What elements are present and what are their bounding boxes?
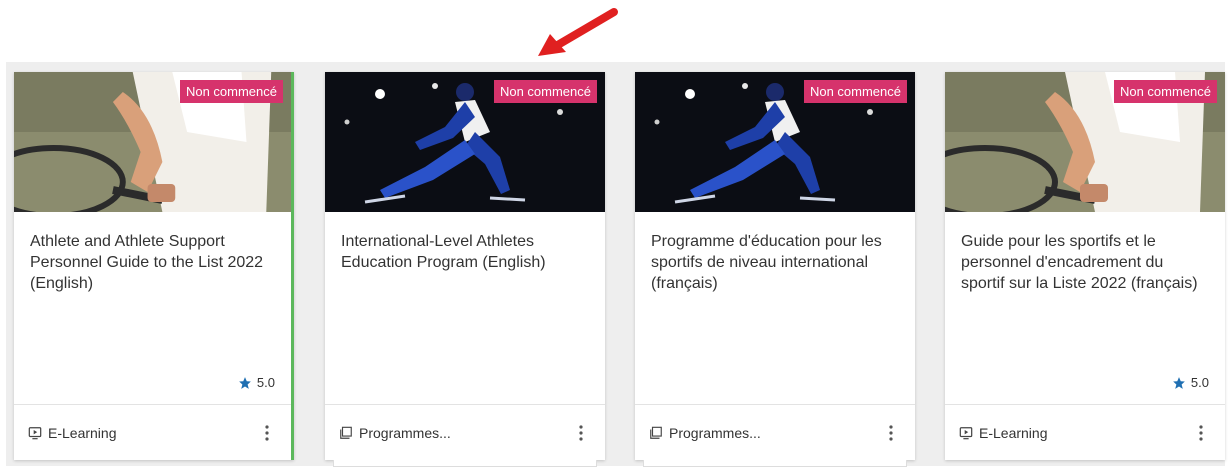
course-title[interactable]: Athlete and Athlete Support Personnel Gu…: [30, 231, 275, 294]
stacked-pages-icon: [650, 426, 662, 439]
star-icon: [239, 376, 251, 389]
course-type-label: Programmes...: [669, 424, 761, 441]
course-type-label: Programmes...: [359, 424, 451, 441]
card-footer: Programmes...: [325, 404, 605, 460]
course-type: E-Learning: [959, 425, 1048, 441]
status-badge: Non commencé: [1113, 80, 1217, 103]
course-thumbnail-tennis: Non commencé: [945, 72, 1225, 212]
course-title[interactable]: Programme d'éducation pour les sportifs …: [651, 231, 899, 294]
course-card[interactable]: Non commencé International-Level Athlete…: [325, 72, 605, 467]
status-badge: Non commencé: [179, 80, 283, 103]
more-options-button[interactable]: [571, 421, 591, 445]
course-card[interactable]: Non commencé Guide pour les sportifs et …: [945, 72, 1225, 460]
course-type-label: E-Learning: [48, 424, 117, 441]
vertical-dots-icon: [579, 424, 583, 441]
catalog-page: Non commencé Athlete and Athlete Support…: [0, 0, 1231, 471]
card-body: Programme d'éducation pour les sportifs …: [635, 212, 915, 404]
course-title[interactable]: Guide pour les sportifs et le personnel …: [961, 231, 1209, 294]
rating-value: 5.0: [256, 375, 275, 390]
course-rating: 5.0: [238, 375, 275, 390]
course-type: E-Learning: [28, 425, 117, 441]
status-badge: Non commencé: [803, 80, 907, 103]
red-arrow-annotation: [538, 8, 618, 56]
card-footer: E-Learning: [14, 404, 291, 460]
card-body: Athlete and Athlete Support Personnel Gu…: [14, 212, 291, 404]
course-thumbnail-skater: Non commencé: [325, 72, 605, 212]
course-title[interactable]: International-Level Athletes Education P…: [341, 231, 589, 273]
star-icon: [1173, 376, 1185, 389]
card-footer: E-Learning: [945, 404, 1225, 460]
monitor-play-icon: [959, 426, 973, 439]
course-type: Programmes...: [649, 425, 761, 441]
course-thumbnail-skater: Non commencé: [635, 72, 915, 212]
stacked-pages-icon: [340, 426, 352, 439]
card-body: Guide pour les sportifs et le personnel …: [945, 212, 1225, 404]
course-card[interactable]: Non commencé Programme d'éducation pour …: [635, 72, 915, 467]
card-footer: Programmes...: [635, 404, 915, 460]
more-options-button[interactable]: [257, 421, 277, 445]
more-options-button[interactable]: [1191, 421, 1211, 445]
vertical-dots-icon: [1199, 424, 1203, 441]
card-body: International-Level Athletes Education P…: [325, 212, 605, 404]
rating-value: 5.0: [1190, 375, 1209, 390]
status-badge: Non commencé: [493, 80, 597, 103]
course-card[interactable]: Non commencé Athlete and Athlete Support…: [14, 72, 294, 460]
course-type: Programmes...: [339, 425, 451, 441]
vertical-dots-icon: [265, 424, 269, 441]
more-options-button[interactable]: [881, 421, 901, 445]
monitor-play-icon: [28, 426, 42, 439]
course-thumbnail-tennis: Non commencé: [14, 72, 291, 212]
vertical-dots-icon: [889, 424, 893, 441]
course-type-label: E-Learning: [979, 424, 1048, 441]
course-rating: 5.0: [1172, 375, 1209, 390]
